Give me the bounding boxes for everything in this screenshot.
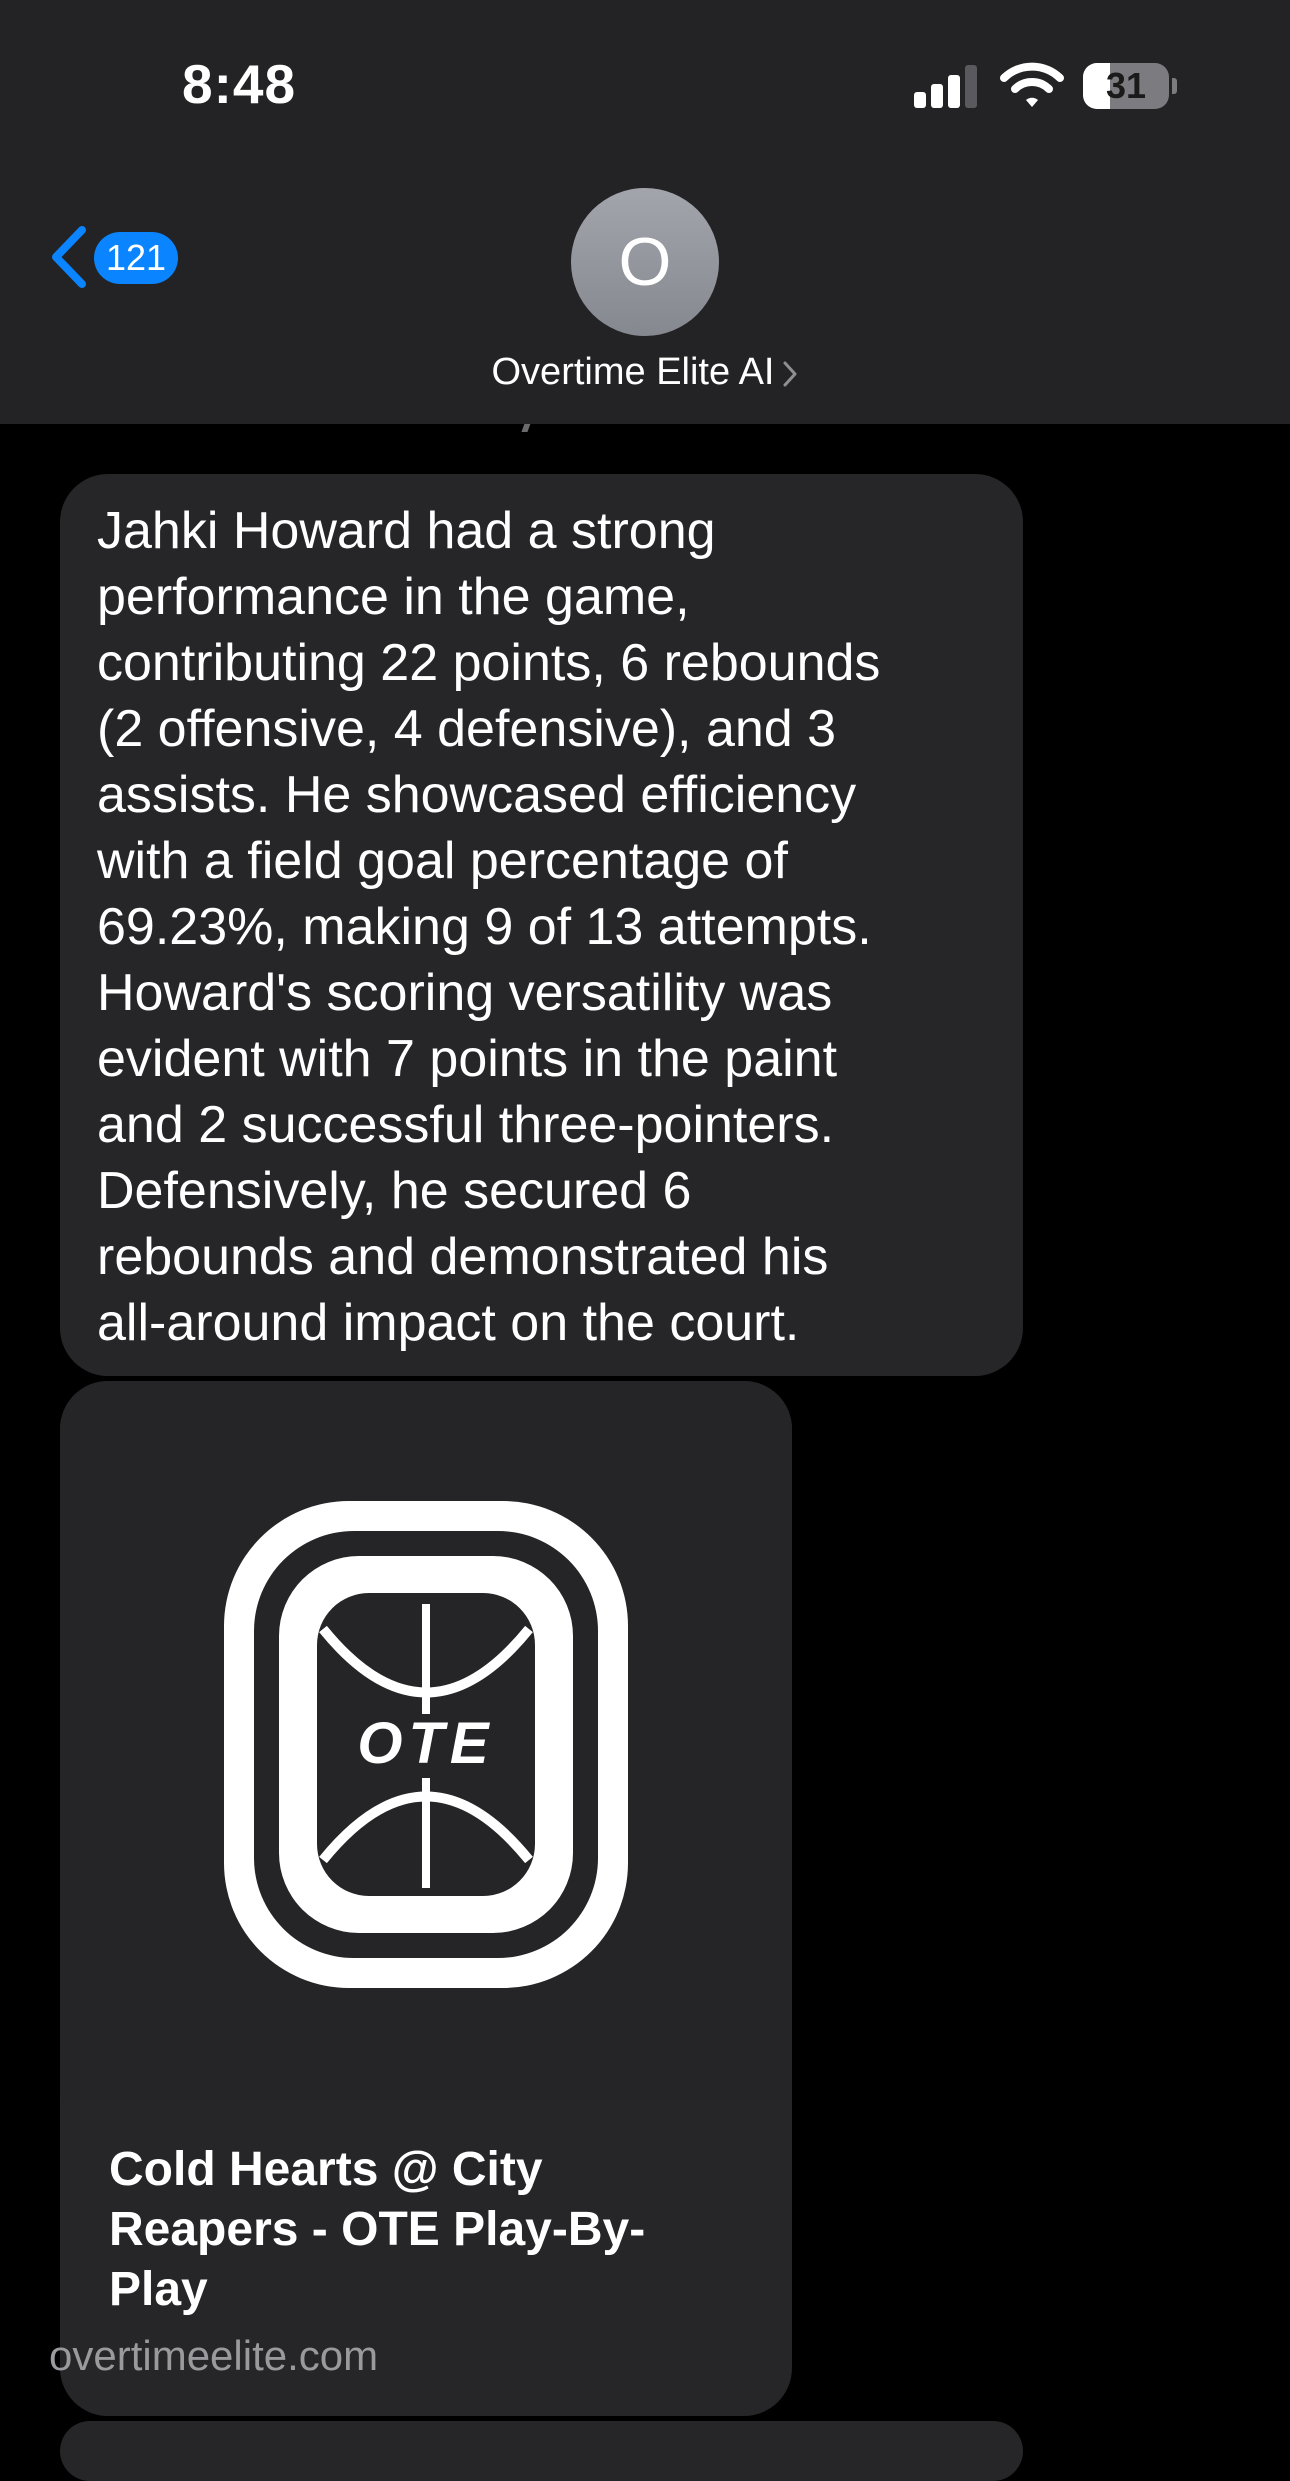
link-domain: overtimeelite.com [49, 2332, 379, 2379]
battery-cap [1172, 78, 1177, 94]
message-line: with a field goal percentage of [97, 832, 788, 890]
wifi-icon [1000, 62, 1064, 107]
message-line: performance in the game, [97, 568, 690, 626]
signal-bar [931, 84, 943, 108]
link-title-line: Cold Hearts @ City [109, 2143, 543, 2196]
status-bar-time: 8:48 [182, 53, 297, 115]
battery-icon: 31 [1083, 63, 1177, 109]
next-message-bubble[interactable] [60, 2421, 1023, 2481]
ote-logo-text: OTE [357, 1711, 494, 1776]
message-line: rebounds and demonstrated his [97, 1228, 829, 1286]
contact-avatar[interactable]: O [571, 188, 719, 336]
link-preview-card[interactable]: OTE Cold Hearts @ City Reapers - OTE Pla… [60, 1381, 792, 2416]
message-line: Defensively, he secured 6 [97, 1162, 692, 1220]
link-title-line: Play [109, 2263, 208, 2316]
contact-name: Overtime Elite AI [491, 351, 775, 393]
signal-bar [965, 65, 977, 108]
ote-logo: OTE [224, 1501, 628, 1988]
message-line: all-around impact on the court. [97, 1294, 800, 1352]
message-line: 69.23%, making 9 of 13 attempts. [97, 898, 872, 956]
message-line: evident with 7 points in the paint [97, 1030, 838, 1088]
message-line: assists. He showcased efficiency [97, 766, 857, 824]
message-line: Howard's scoring versatility was [97, 964, 833, 1022]
message-line: contributing 22 points, 6 rebounds [97, 634, 881, 692]
cellular-signal-icon [914, 64, 978, 108]
link-title-line: Reapers - OTE Play-By- [109, 2203, 646, 2256]
signal-bar [948, 75, 960, 108]
chevron-right-icon [783, 361, 797, 387]
message-line: Jahki Howard had a strong [97, 502, 716, 560]
message-line: and 2 successful three-pointers. [97, 1096, 835, 1154]
incoming-message-bubble[interactable]: Jahki Howard had a strong performance in… [60, 474, 1023, 1376]
signal-bar [914, 92, 926, 108]
battery-body: 31 [1083, 63, 1169, 109]
unread-count-badge: 121 [94, 232, 179, 284]
back-button[interactable]: 121 [46, 222, 186, 292]
conversation-header: 8:48 31 121 O Overtime Elite AI [0, 0, 1290, 424]
battery-level-text: 31 [1105, 65, 1147, 106]
link-preview-image: OTE [60, 1381, 792, 2101]
contact-name-button[interactable]: Overtime Elite AI [0, 351, 1290, 394]
link-title: Cold Hearts @ City Reapers - OTE Play-By… [109, 2140, 749, 2320]
message-line: (2 offensive, 4 defensive), and 3 [97, 700, 837, 758]
back-chevron-icon [52, 226, 86, 288]
